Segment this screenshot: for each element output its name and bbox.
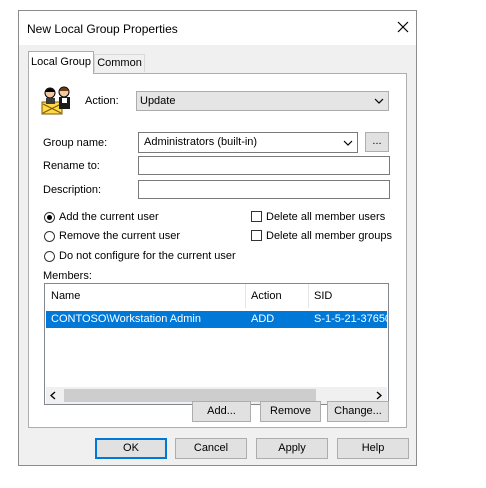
- action-value: Update: [140, 95, 176, 107]
- group-name-value: Administrators (built-in): [144, 136, 258, 148]
- delete-all-member-groups-label: Delete all member groups: [266, 230, 392, 242]
- remove-current-user-radio[interactable]: [44, 231, 55, 242]
- chevron-down-icon[interactable]: [343, 140, 353, 147]
- member-name-cell: CONTOSO\Workstation Admin: [51, 313, 201, 325]
- add-current-user-radio[interactable]: [44, 212, 55, 223]
- delete-all-member-groups-checkbox[interactable]: [251, 230, 262, 241]
- do-not-configure-radio[interactable]: [44, 251, 55, 262]
- column-header-action-label: Action: [251, 290, 282, 302]
- action-dropdown[interactable]: Update: [136, 91, 389, 111]
- help-button[interactable]: Help: [337, 438, 409, 459]
- apply-button[interactable]: Apply: [256, 438, 328, 459]
- close-icon[interactable]: [395, 19, 411, 35]
- chevron-down-icon: [374, 98, 384, 104]
- remove-member-button[interactable]: Remove: [260, 401, 321, 422]
- group-name-combobox[interactable]: Administrators (built-in): [138, 132, 358, 153]
- delete-all-member-users-label: Delete all member users: [266, 211, 386, 223]
- column-header-name[interactable]: Name: [46, 284, 246, 308]
- description-field[interactable]: [138, 180, 390, 199]
- delete-all-member-users-checkbox[interactable]: [251, 211, 262, 222]
- rename-to-field[interactable]: [138, 156, 390, 175]
- tab-local-group[interactable]: Local Group: [28, 51, 94, 74]
- window-title: New Local Group Properties: [27, 22, 178, 36]
- new-local-group-properties-dialog: New Local Group Properties Local Group C…: [18, 10, 417, 466]
- member-action-cell: ADD: [251, 313, 275, 325]
- table-row[interactable]: CONTOSO\Workstation Admin ADD S-1-5-21-3…: [46, 311, 387, 328]
- do-not-configure-label: Do not configure for the current user: [59, 250, 236, 262]
- tab-common-label: Common: [97, 57, 142, 69]
- chevron-left-icon[interactable]: [49, 391, 57, 400]
- cancel-button[interactable]: Cancel: [175, 438, 247, 459]
- add-member-button[interactable]: Add...: [192, 401, 251, 422]
- member-sid-cell: S-1-5-21-37650: [314, 313, 387, 325]
- description-label: Description:: [43, 184, 102, 196]
- chevron-right-icon[interactable]: [375, 391, 383, 400]
- rename-to-label: Rename to:: [43, 160, 100, 172]
- tab-common[interactable]: Common: [94, 54, 145, 72]
- ok-button[interactable]: OK: [95, 438, 167, 459]
- column-header-name-label: Name: [51, 290, 81, 302]
- add-current-user-label: Add the current user: [59, 211, 159, 223]
- column-header-action[interactable]: Action: [246, 284, 309, 308]
- title-bar: New Local Group Properties: [19, 11, 416, 45]
- tab-local-group-label: Local Group: [31, 56, 91, 68]
- action-label: Action:: [85, 95, 119, 107]
- group-policy-icon: [41, 86, 70, 115]
- column-header-sid[interactable]: SID: [309, 284, 388, 308]
- members-list[interactable]: Name Action SID CONTOSO\Workstation Admi…: [44, 283, 389, 405]
- members-label: Members:: [43, 270, 92, 282]
- change-member-button[interactable]: Change...: [327, 401, 389, 422]
- browse-group-button[interactable]: ...: [365, 132, 389, 152]
- remove-current-user-label: Remove the current user: [59, 230, 181, 242]
- column-header-sid-label: SID: [314, 290, 333, 302]
- group-name-label: Group name:: [43, 137, 108, 149]
